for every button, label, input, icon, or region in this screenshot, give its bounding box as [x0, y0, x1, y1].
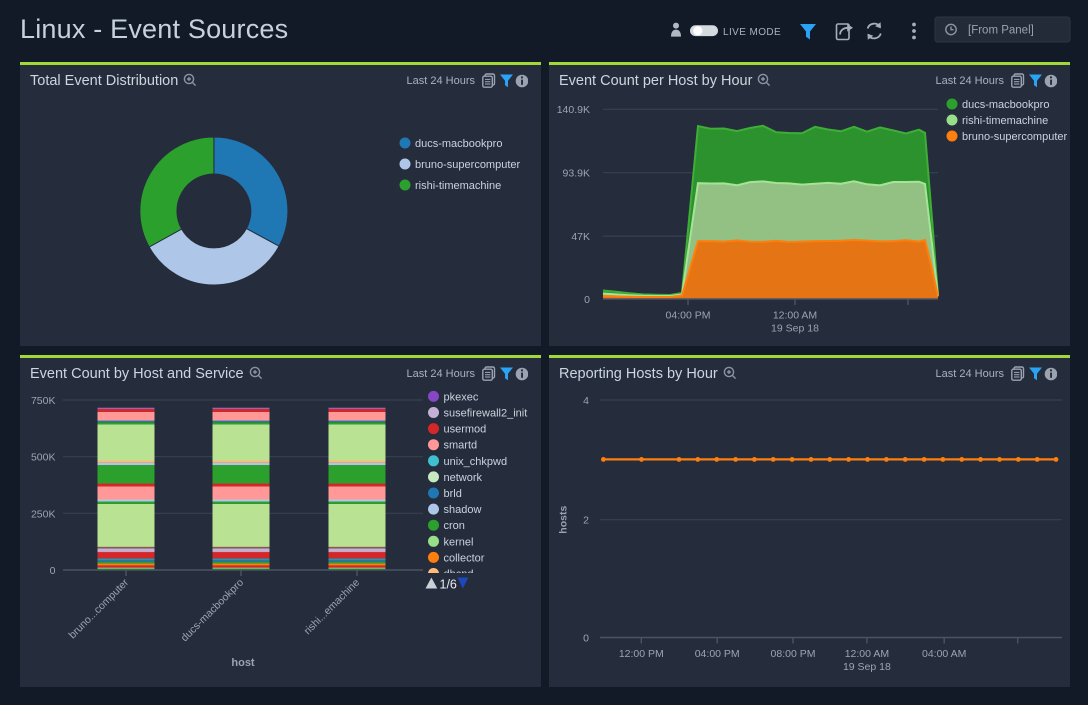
- svg-text:unix_chkpwd: unix_chkpwd: [444, 456, 508, 468]
- svg-text:0: 0: [583, 633, 589, 645]
- svg-text:bruno...computer: bruno...computer: [66, 576, 131, 641]
- svg-text:19 Sep 18: 19 Sep 18: [843, 661, 891, 673]
- svg-text:250K: 250K: [31, 508, 56, 520]
- svg-text:08:00 PM: 08:00 PM: [771, 648, 816, 660]
- svg-text:1/6: 1/6: [440, 578, 457, 592]
- svg-text:0: 0: [50, 565, 56, 577]
- svg-text:2: 2: [583, 515, 589, 527]
- svg-text:ducs-macbookpro: ducs-macbookpro: [415, 138, 502, 150]
- svg-text:pkexec: pkexec: [444, 391, 479, 403]
- svg-text:network: network: [444, 472, 483, 484]
- svg-text:750K: 750K: [31, 395, 56, 407]
- svg-text:bruno-supercomputer: bruno-supercomputer: [962, 131, 1068, 143]
- svg-text:rishi-timemachine: rishi-timemachine: [962, 115, 1048, 127]
- svg-text:04:00 AM: 04:00 AM: [922, 648, 966, 660]
- svg-text:ducs-macbookpro: ducs-macbookpro: [962, 99, 1049, 111]
- svg-text:rishi...emachine: rishi...emachine: [302, 577, 363, 638]
- svg-text:ducs-macbookpro: ducs-macbookpro: [179, 577, 247, 645]
- svg-text:kernel: kernel: [444, 536, 474, 548]
- svg-text:bruno-supercomputer: bruno-supercomputer: [415, 159, 521, 171]
- svg-text:0: 0: [584, 294, 590, 306]
- svg-text:93.9K: 93.9K: [563, 168, 590, 180]
- svg-text:host: host: [231, 657, 255, 669]
- svg-text:[From Panel]: [From Panel]: [968, 25, 1034, 37]
- svg-text:brld: brld: [444, 488, 462, 500]
- svg-text:susefirewall2_init: susefirewall2_init: [444, 408, 528, 420]
- svg-text:LIVE MODE: LIVE MODE: [723, 27, 781, 38]
- svg-text:collector: collector: [444, 552, 485, 564]
- svg-text:12:00 AM: 12:00 AM: [845, 648, 889, 660]
- svg-text:4: 4: [583, 395, 589, 407]
- svg-text:04:00 PM: 04:00 PM: [695, 648, 740, 660]
- svg-text:cron: cron: [444, 520, 465, 532]
- svg-text:shadow: shadow: [444, 504, 482, 516]
- svg-text:usermod: usermod: [444, 424, 487, 436]
- svg-text:hosts: hosts: [558, 506, 570, 534]
- svg-text:140.9K: 140.9K: [557, 104, 590, 116]
- svg-text:smartd: smartd: [444, 440, 478, 452]
- svg-text:12:00 AM: 12:00 AM: [773, 310, 817, 322]
- svg-text:12:00 PM: 12:00 PM: [619, 648, 664, 660]
- svg-text:500K: 500K: [31, 452, 56, 464]
- svg-text:47K: 47K: [571, 231, 590, 243]
- svg-text:04:00 PM: 04:00 PM: [666, 310, 711, 322]
- svg-text:rishi-timemachine: rishi-timemachine: [415, 180, 501, 192]
- svg-text:19 Sep 18: 19 Sep 18: [771, 323, 819, 335]
